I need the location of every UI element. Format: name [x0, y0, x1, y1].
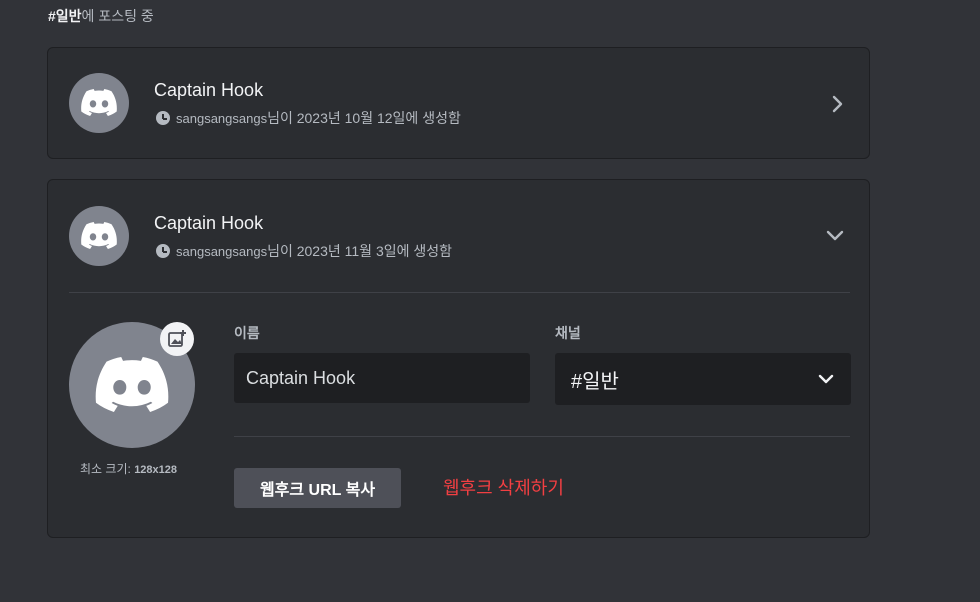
webhook-creator: sangsangsangs: [176, 110, 268, 126]
webhook-card-header[interactable]: Captain Hook sangsangsangs 님이 2023년 10월 1…: [48, 48, 869, 160]
section-divider: [69, 292, 850, 293]
webhook-card-expanded: Captain Hook sangsangsangs 님이 2023년 11월 3…: [47, 179, 870, 538]
discord-logo-icon: [81, 222, 117, 249]
name-field-label: 이름: [234, 325, 260, 341]
chevron-right-icon[interactable]: [831, 94, 845, 114]
webhook-avatar: [69, 206, 129, 266]
min-size-value: 128x128: [134, 464, 178, 476]
discord-logo-icon: [95, 356, 169, 412]
channel-name: #일반: [48, 8, 82, 24]
posting-channel-header: #일반에 포스팅 중: [48, 6, 154, 26]
channel-field-label: 채널: [555, 325, 581, 341]
clock-icon: [156, 111, 170, 125]
clock-icon: [156, 244, 170, 258]
webhook-avatar: [69, 73, 129, 133]
webhook-created-meta: sangsangsangs 님이 2023년 11월 3일에 생성함: [156, 241, 452, 261]
add-image-icon: [168, 330, 186, 347]
webhook-created-meta: sangsangsangs 님이 2023년 10월 12일에 생성함: [156, 108, 461, 128]
copy-webhook-url-button[interactable]: 웹후크 URL 복사: [234, 468, 401, 508]
posting-label: 에 포스팅 중: [81, 8, 154, 24]
chevron-down-icon: [818, 374, 834, 384]
webhook-creator: sangsangsangs: [176, 243, 268, 259]
delete-webhook-link[interactable]: 웹후크 삭제하기: [443, 474, 564, 500]
webhook-name: Captain Hook: [154, 213, 264, 233]
webhook-card-header[interactable]: Captain Hook sangsangsangs 님이 2023년 11월 3…: [48, 180, 869, 292]
channel-select[interactable]: #일반: [555, 353, 851, 405]
chevron-down-icon[interactable]: [825, 229, 845, 243]
webhook-card-collapsed[interactable]: Captain Hook sangsangsangs 님이 2023년 10월 1…: [47, 47, 870, 159]
channel-select-value: #일반: [571, 370, 619, 393]
webhook-name-input[interactable]: [234, 353, 530, 403]
min-size-label: 최소 크기:: [80, 462, 131, 476]
min-size-hint: 최소 크기: 128x128: [80, 460, 177, 477]
webhook-name: Captain Hook: [154, 80, 264, 100]
discord-logo-icon: [81, 89, 117, 116]
webhook-created-date: 님이 2023년 11월 3일에 생성함: [267, 243, 453, 259]
webhook-created-date: 님이 2023년 10월 12일에 생성함: [267, 110, 461, 126]
actions-divider: [234, 436, 850, 437]
upload-avatar-button[interactable]: [160, 322, 194, 356]
